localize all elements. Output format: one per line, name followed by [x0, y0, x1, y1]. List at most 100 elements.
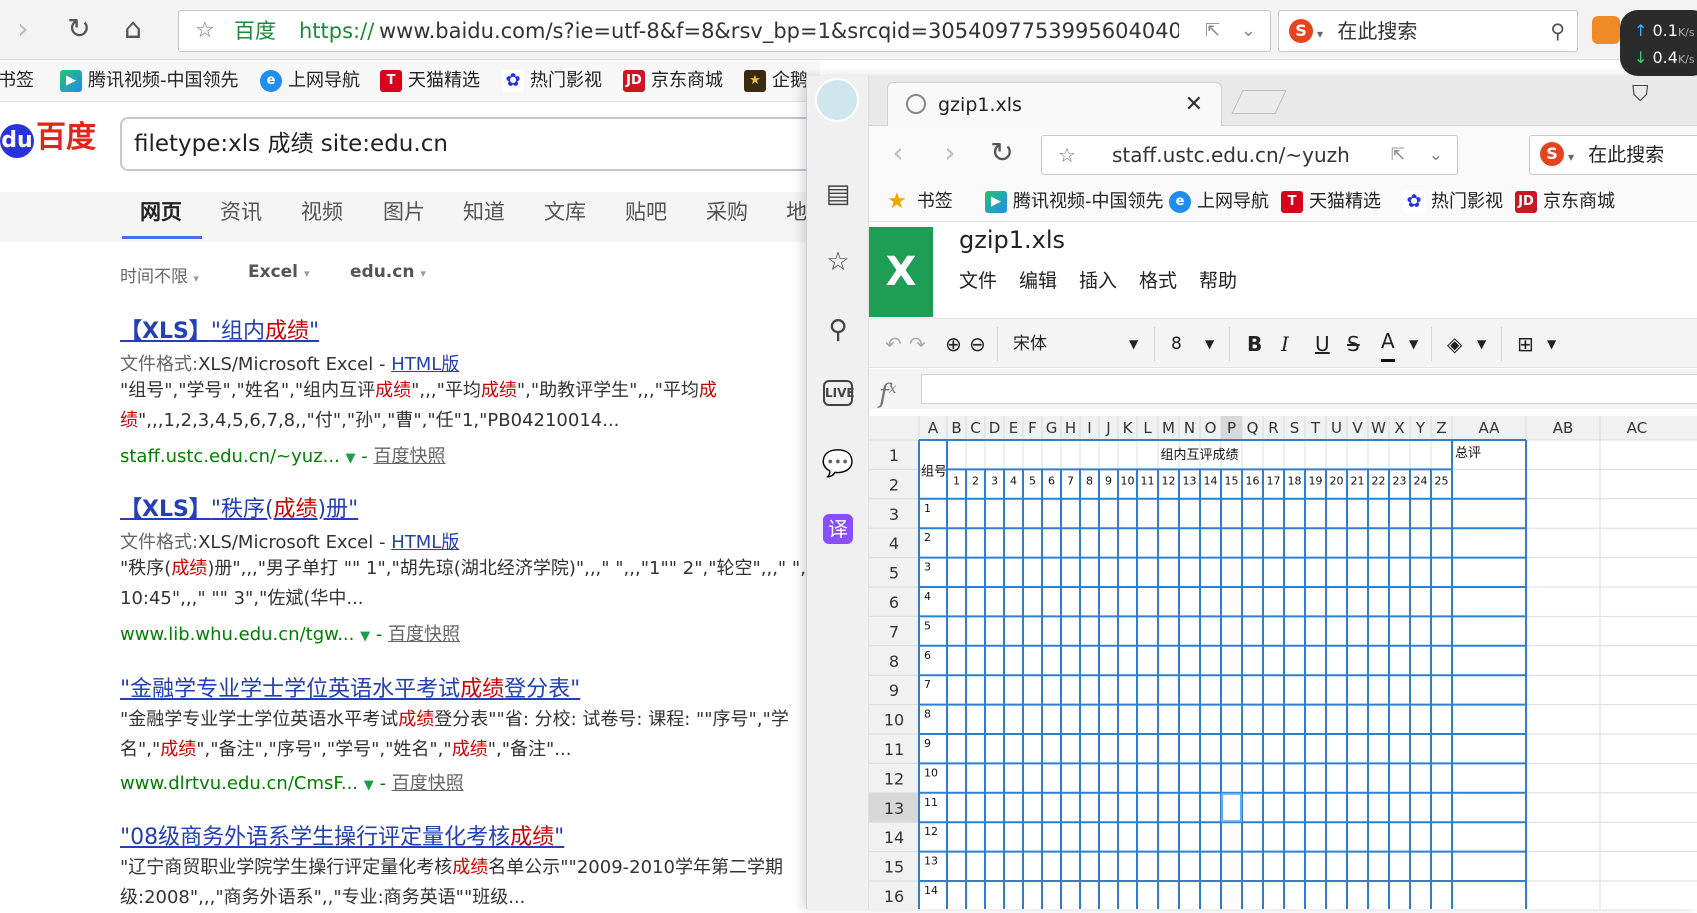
column-header-aa[interactable]: AA — [1479, 419, 1501, 437]
group-number-cell[interactable]: 8 — [924, 708, 931, 721]
chevron-down-icon[interactable]: ▼ — [1205, 319, 1214, 369]
score-column-number[interactable]: 8 — [1086, 474, 1093, 487]
undo-icon[interactable]: ↶ — [885, 319, 902, 369]
bookmark-item[interactable]: 书签 — [0, 60, 34, 101]
row-header-15[interactable]: 15 — [884, 858, 904, 877]
score-column-number[interactable]: 19 — [1309, 474, 1323, 487]
group-number-cell[interactable]: 12 — [924, 825, 938, 838]
score-column-number[interactable]: 18 — [1288, 474, 1302, 487]
score-column-number[interactable]: 23 — [1393, 474, 1407, 487]
chevron-down-icon[interactable]: ▼ — [1129, 319, 1138, 369]
score-column-number[interactable]: 1 — [953, 474, 960, 487]
share-icon[interactable]: ⇱ — [1391, 136, 1405, 174]
tab-images[interactable]: 图片 — [383, 192, 425, 232]
column-header-p[interactable]: P — [1227, 419, 1236, 437]
result-url[interactable]: staff.ustc.edu.cn/~yuz... ▼ - 百度快照 — [120, 442, 446, 468]
column-header-a[interactable]: A — [928, 419, 939, 437]
formula-input[interactable] — [921, 374, 1697, 404]
result-title-link[interactable]: 【XLS】"秩序(成绩)册" — [120, 491, 358, 523]
bookmark-item[interactable]: e 上网导航 — [260, 60, 360, 101]
result-title-link[interactable]: "金融学专业学士学位英语水平考试成绩登分表" — [120, 671, 580, 703]
column-header-ac[interactable]: AC — [1627, 419, 1647, 437]
result-url[interactable]: www.dlrtvu.edu.cn/CmsF... ▼ - 百度快照 — [120, 769, 464, 795]
row-header-14[interactable]: 14 — [884, 828, 904, 847]
group-number-cell[interactable]: 4 — [924, 590, 931, 603]
font-color-icon[interactable]: A — [1381, 323, 1395, 362]
merged-header-cell[interactable]: 组内互评成绩 — [1160, 447, 1238, 463]
column-header-e[interactable]: E — [1009, 419, 1018, 437]
game-icon[interactable] — [1592, 16, 1620, 44]
filter-time[interactable]: 时间不限 ▾ — [120, 262, 199, 287]
column-header-r[interactable]: R — [1268, 419, 1278, 437]
column-header-s[interactable]: S — [1290, 419, 1300, 437]
new-tab-button[interactable] — [1231, 90, 1287, 114]
tab-zhidao[interactable]: 知道 — [463, 192, 505, 232]
document-title[interactable]: gzip1.xls — [959, 226, 1065, 254]
tab-video[interactable]: 视频 — [301, 192, 343, 232]
chat-icon[interactable]: 💬 — [820, 446, 856, 482]
result-url[interactable]: www.lib.whu.edu.cn/tgw... ▼ - 百度快照 — [120, 620, 460, 646]
search-icon[interactable]: ⚲ — [820, 312, 856, 348]
column-header-o[interactable]: O — [1205, 419, 1217, 437]
row-header-16[interactable]: 16 — [884, 887, 904, 906]
menu-format[interactable]: 格式 — [1139, 266, 1177, 293]
avatar[interactable] — [815, 78, 859, 122]
score-column-number[interactable]: 13 — [1183, 474, 1197, 487]
score-column-number[interactable]: 2 — [972, 474, 979, 487]
tab-caigou[interactable]: 采购 — [706, 192, 748, 232]
borders-icon[interactable]: ⊞ — [1517, 319, 1534, 369]
chevron-down-icon[interactable]: ⌄ — [1429, 136, 1443, 174]
reader-icon[interactable]: ▤ — [820, 176, 856, 212]
row-header-13[interactable]: 13 — [884, 799, 904, 818]
column-header-x[interactable]: X — [1394, 419, 1404, 437]
share-icon[interactable]: ⇱ — [1205, 11, 1220, 51]
inner-address-bar[interactable]: ☆ staff.ustc.edu.cn/~yuzh ⇱ ⌄ — [1041, 135, 1458, 175]
score-column-number[interactable]: 10 — [1121, 474, 1135, 487]
group-header-cell[interactable]: 组号 — [921, 464, 947, 479]
bookmark-item[interactable]: ★ 企鹅 — [744, 60, 808, 101]
column-header-j[interactable]: J — [1105, 419, 1110, 437]
row-header-6[interactable]: 6 — [889, 593, 899, 612]
menu-insert[interactable]: 插入 — [1079, 266, 1117, 293]
tab-gzip1[interactable]: gzip1.xls ✕ — [887, 82, 1222, 126]
bookmark-item[interactable]: ▶ 腾讯视频-中国领先 — [60, 60, 238, 101]
result-title-link[interactable]: "08级商务外语系学生操行评定量化考核成绩" — [120, 819, 564, 851]
column-header-ab[interactable]: AB — [1553, 419, 1574, 437]
zoom-in-icon[interactable]: ⊕ — [945, 319, 962, 369]
menu-file[interactable]: 文件 — [959, 266, 997, 293]
font-size-select[interactable]: 8 — [1171, 319, 1182, 369]
skin-icon[interactable]: ⛉ — [1632, 82, 1649, 107]
html-version-link[interactable]: HTML版 — [391, 354, 459, 375]
fill-color-icon[interactable]: ◈ — [1447, 319, 1462, 369]
row-header-3[interactable]: 3 — [889, 505, 899, 524]
selected-cell[interactable] — [1221, 792, 1242, 823]
row-header-4[interactable]: 4 — [889, 534, 899, 553]
tab-web[interactable]: 网页 — [140, 192, 182, 232]
score-column-number[interactable]: 22 — [1372, 474, 1386, 487]
reload-icon[interactable]: ↻ — [985, 136, 1019, 170]
row-header-5[interactable]: 5 — [889, 564, 899, 583]
group-number-cell[interactable]: 11 — [924, 796, 938, 809]
strikethrough-icon[interactable]: S — [1347, 319, 1360, 369]
group-number-cell[interactable]: 14 — [924, 884, 938, 897]
column-header-y[interactable]: Y — [1415, 419, 1426, 437]
bold-icon[interactable]: B — [1247, 319, 1262, 369]
score-column-number[interactable]: 5 — [1029, 474, 1036, 487]
group-number-cell[interactable]: 1 — [924, 502, 931, 515]
bookmark-item[interactable]: ✿ 热门影视 — [1403, 182, 1503, 221]
column-header-m[interactable]: M — [1162, 419, 1175, 437]
score-column-number[interactable]: 17 — [1267, 474, 1281, 487]
translate-icon[interactable]: 译 — [823, 514, 853, 544]
column-header-d[interactable]: D — [989, 419, 1001, 437]
column-header-l[interactable]: L — [1143, 419, 1152, 437]
live-icon[interactable]: LIVE — [823, 380, 855, 406]
score-column-number[interactable]: 7 — [1067, 474, 1074, 487]
total-header-cell[interactable]: 总评 — [1455, 446, 1481, 461]
column-header-u[interactable]: U — [1331, 419, 1342, 437]
html-version-link[interactable]: HTML版 — [391, 532, 459, 553]
forward-icon[interactable]: › — [933, 136, 967, 170]
bookmark-item[interactable]: ✿ 热门影视 — [502, 60, 602, 101]
search-icon[interactable]: ⚲ — [1550, 11, 1565, 51]
row-header-7[interactable]: 7 — [889, 622, 899, 641]
forward-icon[interactable]: › — [6, 12, 40, 46]
